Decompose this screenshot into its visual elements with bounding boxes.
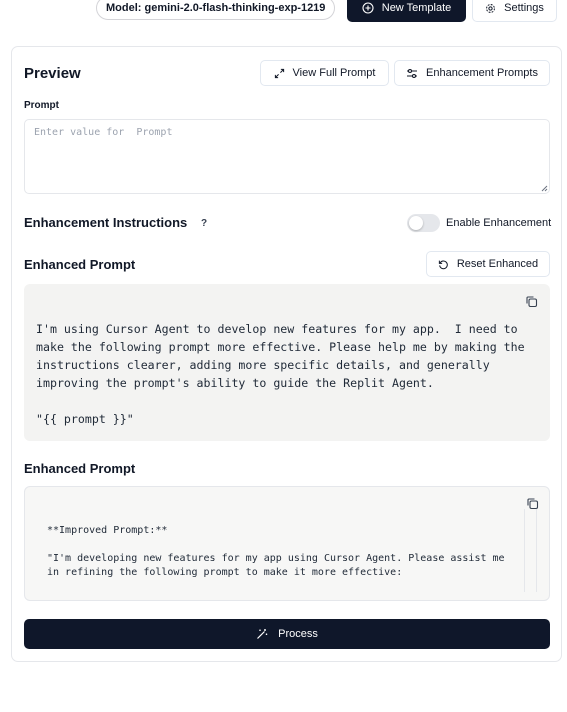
new-template-label: New Template bbox=[381, 2, 452, 14]
prompt-label: Prompt bbox=[24, 100, 59, 111]
enhanced-prompt-template-title: Enhanced Prompt bbox=[24, 257, 136, 272]
result-scrollbar[interactable] bbox=[524, 509, 537, 592]
enable-enhancement-toggle[interactable] bbox=[407, 214, 440, 232]
enhancement-prompts-label: Enhancement Prompts bbox=[426, 67, 538, 79]
sliders-icon bbox=[406, 68, 418, 79]
prompt-input[interactable] bbox=[24, 119, 550, 194]
process-label: Process bbox=[278, 628, 318, 640]
preview-card: Preview View Full Prompt Enhancement Pro… bbox=[11, 46, 562, 662]
toggle-knob bbox=[409, 216, 423, 230]
rotate-ccw-icon bbox=[438, 259, 449, 270]
resize-handle[interactable] bbox=[540, 184, 548, 192]
enhancement-prompts-button[interactable]: Enhancement Prompts bbox=[394, 60, 550, 86]
process-button[interactable]: Process bbox=[24, 619, 550, 649]
gear-icon bbox=[485, 3, 496, 14]
enhanced-template-text: I'm using Cursor Agent to develop new fe… bbox=[36, 322, 525, 426]
magic-wand-icon bbox=[256, 628, 268, 640]
enhanced-prompt-result-title: Enhanced Prompt bbox=[24, 461, 136, 476]
view-full-prompt-button[interactable]: View Full Prompt bbox=[260, 60, 389, 86]
expand-icon bbox=[274, 68, 285, 79]
reset-enhanced-button[interactable]: Reset Enhanced bbox=[426, 251, 550, 277]
view-full-prompt-label: View Full Prompt bbox=[292, 67, 376, 79]
settings-button[interactable]: Settings bbox=[472, 0, 557, 22]
reset-enhanced-label: Reset Enhanced bbox=[456, 258, 539, 270]
top-bar: Model: gemini-2.0-flash-thinking-exp-121… bbox=[0, 0, 567, 22]
enable-enhancement-label: Enable Enhancement bbox=[446, 217, 552, 229]
preview-title: Preview bbox=[24, 65, 81, 82]
new-template-button[interactable]: New Template bbox=[347, 0, 466, 22]
enhancement-instructions-title: Enhancement Instructions bbox=[24, 215, 188, 230]
model-badge[interactable]: Model: gemini-2.0-flash-thinking-exp-121… bbox=[96, 0, 336, 20]
enhanced-result-text: **Improved Prompt:** "I'm developing new… bbox=[47, 525, 505, 578]
help-icon[interactable]: ? bbox=[201, 218, 207, 229]
plus-circle-icon bbox=[362, 2, 374, 14]
enhanced-template-code-block: I'm using Cursor Agent to develop new fe… bbox=[24, 284, 550, 441]
enhanced-result-code-block: **Improved Prompt:** "I'm developing new… bbox=[24, 486, 550, 601]
settings-label: Settings bbox=[504, 2, 544, 14]
copy-icon[interactable] bbox=[525, 295, 539, 309]
